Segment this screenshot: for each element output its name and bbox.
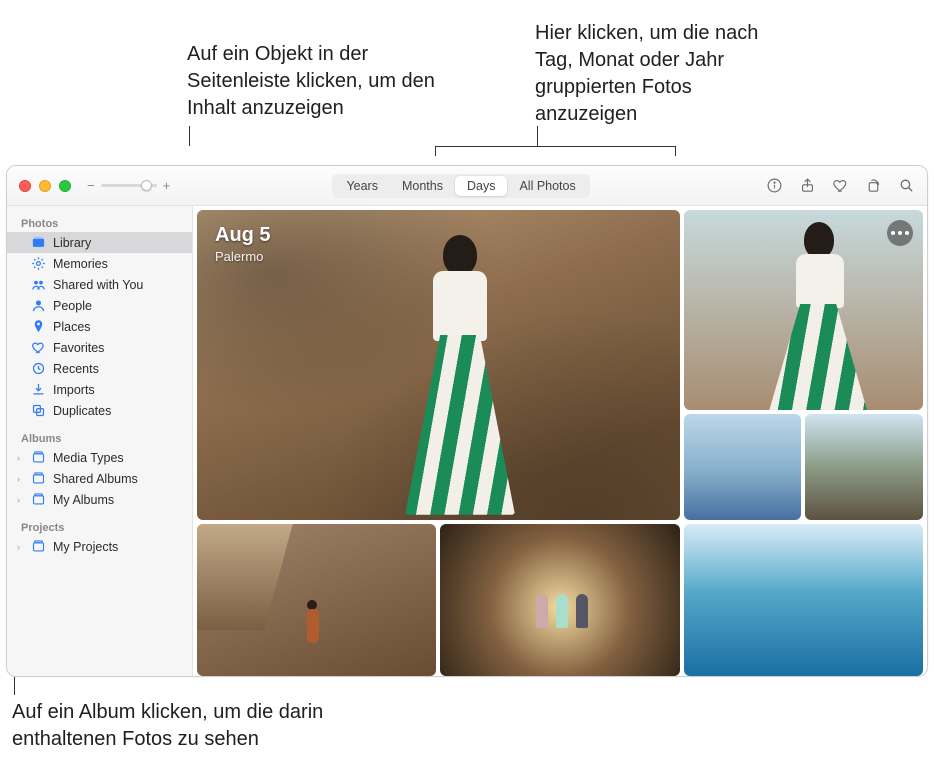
minimize-window-button[interactable] — [39, 180, 51, 192]
imports-icon — [31, 382, 46, 397]
library-icon — [31, 235, 46, 250]
sidebar-item-label: People — [53, 299, 92, 313]
share-icon[interactable] — [799, 177, 816, 194]
callout-tabs-text: Hier klicken, um die nach Tag, Monat ode… — [535, 20, 785, 128]
sidebar-item-my-albums[interactable]: › My Albums — [7, 489, 192, 510]
album-icon — [31, 471, 46, 486]
sidebar-item-recents[interactable]: Recents — [7, 358, 192, 379]
memories-icon — [31, 256, 46, 271]
toolbar-actions — [766, 177, 915, 194]
sidebar-item-label: My Projects — [53, 540, 118, 554]
sidebar-item-label: Shared with You — [53, 278, 143, 292]
photo-grid: Aug 5 Palermo — [193, 206, 927, 676]
duplicates-icon — [31, 403, 46, 418]
sidebar-item-media-types[interactable]: › Media Types — [7, 447, 192, 468]
photo-decoration — [536, 594, 588, 628]
sidebar-item-duplicates[interactable]: Duplicates — [7, 400, 192, 421]
callout-line — [537, 126, 538, 146]
shared-icon — [31, 277, 46, 292]
photo-thumbnail[interactable] — [197, 524, 436, 676]
zoom-in-label: + — [163, 178, 171, 193]
sidebar-section-photos: Photos — [7, 214, 192, 232]
close-window-button[interactable] — [19, 180, 31, 192]
sidebar-item-label: Places — [53, 320, 91, 334]
sidebar-item-memories[interactable]: Memories — [7, 253, 192, 274]
chevron-right-icon[interactable]: › — [17, 474, 20, 484]
zoom-window-button[interactable] — [59, 180, 71, 192]
callout-bracket — [675, 146, 676, 156]
photo-thumbnail[interactable] — [684, 210, 923, 410]
photo-thumbnail[interactable] — [805, 414, 923, 520]
photo-decoration — [784, 222, 854, 410]
search-icon[interactable] — [898, 177, 915, 194]
overlay-date: Aug 5 — [215, 224, 271, 247]
callout-album-text: Auf ein Album klicken, um die darin enth… — [12, 699, 432, 753]
tab-months[interactable]: Months — [390, 176, 455, 196]
overlay-location: Palermo — [215, 249, 271, 264]
thumbnail-zoom-slider[interactable]: − + — [87, 178, 170, 193]
slider-track[interactable] — [101, 184, 157, 187]
rotate-icon[interactable] — [865, 177, 882, 194]
sidebar-item-shared-with-you[interactable]: Shared with You — [7, 274, 192, 295]
sidebar-item-library[interactable]: Library — [7, 232, 192, 253]
photo-thumbnail[interactable]: Aug 5 Palermo — [197, 210, 680, 520]
sidebar-item-label: My Albums — [53, 493, 114, 507]
tab-all-photos[interactable]: All Photos — [507, 176, 587, 196]
sidebar: Photos Library Memories Shared with You — [7, 206, 193, 676]
sidebar-item-shared-albums[interactable]: › Shared Albums — [7, 468, 192, 489]
chevron-right-icon[interactable]: › — [17, 453, 20, 463]
sidebar-item-label: Duplicates — [53, 404, 111, 418]
sidebar-item-favorites[interactable]: Favorites — [7, 337, 192, 358]
slider-thumb[interactable] — [141, 180, 152, 191]
callout-sidebar-text: Auf ein Objekt in der Seitenleiste klick… — [187, 41, 447, 122]
sidebar-item-my-projects[interactable]: › My Projects — [7, 536, 192, 557]
people-icon — [31, 298, 46, 313]
photos-app-window: − + Years Months Days All Photos — [6, 165, 928, 677]
callout-line — [189, 126, 190, 146]
photo-thumbnail[interactable] — [440, 524, 679, 676]
window-titlebar: − + Years Months Days All Photos — [7, 166, 927, 206]
favorites-icon — [31, 340, 46, 355]
sidebar-item-label: Media Types — [53, 451, 124, 465]
photo-decoration — [419, 235, 499, 515]
callout-bracket — [435, 146, 436, 156]
more-options-button[interactable] — [887, 220, 913, 246]
chevron-right-icon[interactable]: › — [17, 495, 20, 505]
sidebar-item-places[interactable]: Places — [7, 316, 192, 337]
photo-decoration — [197, 524, 293, 630]
photo-thumbnail[interactable] — [684, 414, 802, 520]
callout-bracket — [435, 146, 675, 147]
tab-years[interactable]: Years — [334, 176, 390, 196]
sidebar-item-imports[interactable]: Imports — [7, 379, 192, 400]
sidebar-item-people[interactable]: People — [7, 295, 192, 316]
photo-decoration — [307, 609, 319, 643]
places-icon — [31, 319, 46, 334]
date-overlay: Aug 5 Palermo — [215, 224, 271, 264]
album-icon — [31, 539, 46, 554]
tab-days[interactable]: Days — [455, 176, 507, 196]
sidebar-item-label: Imports — [53, 383, 95, 397]
info-icon[interactable] — [766, 177, 783, 194]
album-icon — [31, 450, 46, 465]
sidebar-item-label: Shared Albums — [53, 472, 138, 486]
favorite-icon[interactable] — [832, 177, 849, 194]
sidebar-item-label: Favorites — [53, 341, 104, 355]
view-mode-tabs: Years Months Days All Photos — [332, 174, 589, 198]
photo-thumbnail[interactable] — [684, 524, 923, 676]
sidebar-item-label: Recents — [53, 362, 99, 376]
sidebar-section-albums: Albums — [7, 429, 192, 447]
sidebar-item-label: Library — [53, 236, 91, 250]
zoom-out-label: − — [87, 178, 95, 193]
window-controls — [19, 180, 71, 192]
sidebar-item-label: Memories — [53, 257, 108, 271]
recents-icon — [31, 361, 46, 376]
album-icon — [31, 492, 46, 507]
chevron-right-icon[interactable]: › — [17, 542, 20, 552]
sidebar-section-projects: Projects — [7, 518, 192, 536]
